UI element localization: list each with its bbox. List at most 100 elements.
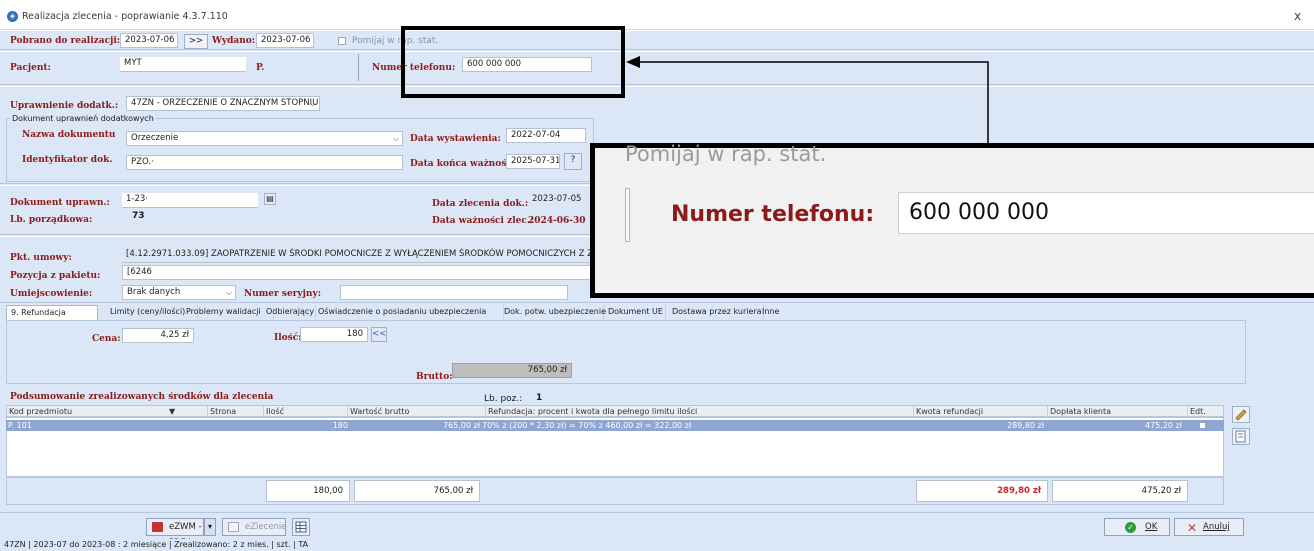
doc-id-field[interactable]: PZO.· xyxy=(126,155,403,170)
close-icon[interactable]: x xyxy=(1294,9,1301,23)
cell-kod: P. 101 xyxy=(8,421,32,430)
location-label: Umiejscowienie: xyxy=(10,289,93,299)
tab-bar: 9. Refundacja Limity (ceny/ilości) Probl… xyxy=(6,305,976,320)
chevron-down-icon: ⌵ xyxy=(309,99,316,108)
close-icon: ✕ xyxy=(1187,521,1198,535)
cell-ilosc: 180 xyxy=(332,421,348,430)
patient-label: Pacjent: xyxy=(10,63,51,73)
price-field[interactable]: 4,25 zł xyxy=(122,328,194,343)
chevron-down-icon: ⌵ xyxy=(392,134,399,143)
location-select[interactable]: Brak danych ⌵ xyxy=(122,285,236,300)
chevron-down-icon: ⌵ xyxy=(225,288,232,297)
qty-reset-button[interactable]: << xyxy=(371,327,387,342)
ezlecenie-button[interactable]: eZlecenie xyxy=(222,518,287,536)
zoom-inset: Pomijaj w rap. stat. Numer telefonu: 600… xyxy=(590,142,1314,298)
zoom-separator xyxy=(625,188,630,242)
tab-dokument-ue[interactable]: Dokument UE xyxy=(604,305,666,320)
connector-arrow xyxy=(626,56,989,146)
issue-date-field[interactable]: 2022-07-04 xyxy=(506,128,586,143)
total-kwota: 289,80 zł xyxy=(916,480,1048,502)
gross-label: Brutto: xyxy=(416,372,453,382)
cell-wartosc: 765,00 zł xyxy=(442,421,480,430)
cell-kwota: 289,80 zł xyxy=(1006,421,1044,430)
summary-lp-value: 1 xyxy=(536,393,543,403)
tab-dostawa[interactable]: Dostawa przez kuriera xyxy=(668,305,764,320)
summary-title: Podsumowanie zrealizowanych środków dla … xyxy=(10,392,274,402)
tab-problemy[interactable]: Problemy walidacji xyxy=(182,305,274,320)
valid-value: 2024-06-30 xyxy=(528,216,586,226)
zoom-phone-field: 600 000 000 xyxy=(898,192,1314,234)
p-label: P. xyxy=(256,63,265,73)
tab-dok-potw[interactable]: Dok. potw. ubezpieczenie xyxy=(500,305,606,320)
tab-oswiadczenie[interactable]: Oświadczenie o posiadaniu ubezpieczenia xyxy=(314,305,504,320)
edit-checkbox[interactable] xyxy=(1200,423,1205,428)
total-wartosc: 765,00 zł xyxy=(354,480,480,502)
pdf-icon xyxy=(152,522,163,532)
gross-field: 765,00 zł xyxy=(452,363,572,378)
check-icon: ✓ xyxy=(1125,522,1136,533)
contract-field[interactable]: [4.12.2971.033.09] ZAOPATRZENIE W ŚRODKI… xyxy=(122,248,592,263)
serial-field[interactable] xyxy=(340,285,568,300)
valid-to-field[interactable]: 2025-07-31 xyxy=(506,154,560,169)
grid-header: Kod przedmiotu ▼ Strona Ilość Wartość bru… xyxy=(6,405,1224,418)
ezwm-pdf-button[interactable]: eZWM - PDF I xyxy=(146,518,204,548)
tab-refundacja[interactable]: 9. Refundacja xyxy=(6,305,98,320)
table-icon[interactable] xyxy=(292,518,310,536)
order-date-field[interactable]: 2023-07-05 xyxy=(528,193,594,208)
order-date-label: Data zlecenia dok.: xyxy=(432,199,529,209)
ok-button[interactable]: ✓ OK xyxy=(1104,518,1170,536)
sort-icon: ▼ xyxy=(169,407,176,416)
edit-icon[interactable] xyxy=(1232,406,1250,423)
help-button[interactable]: ? xyxy=(564,153,582,170)
document-icon xyxy=(228,522,239,532)
qty-field[interactable]: 180 xyxy=(300,327,368,342)
cell-doplata: 475,20 zł xyxy=(1144,421,1182,430)
doc-name-select[interactable]: Orzeczenie ⌵ xyxy=(126,131,403,146)
doc-group-title: Dokument uprawnień dodatkowych xyxy=(10,114,156,123)
contract-label: Pkt. umowy: xyxy=(10,253,72,263)
document-field[interactable]: 1-23· xyxy=(122,193,258,208)
zoom-phone-label: Numer telefonu: xyxy=(671,202,875,227)
location-value: Brak danych xyxy=(127,287,181,297)
app-icon: ◈ xyxy=(7,11,18,22)
package-label: Pozycja z pakietu: xyxy=(10,271,101,281)
entitlement-value: 47ZN - ORZECZENIE O ZNACZNYM STOPNIU NIE… xyxy=(131,98,319,108)
price-label: Cena: xyxy=(92,334,121,344)
summary-lp-label: Lb. poz.: xyxy=(484,394,523,404)
doc-name-label: Nazwa dokumentu xyxy=(22,130,116,140)
qty-label: Ilość: xyxy=(274,333,302,343)
wydano-label: Wydano: xyxy=(212,36,256,46)
package-field[interactable]: [6246 xyxy=(122,265,592,280)
pobrano-field[interactable]: 2023-07-06 xyxy=(120,33,178,48)
highlight-box xyxy=(401,26,625,98)
serial-label: Numer seryjny: xyxy=(244,289,322,299)
entitlement-select[interactable]: 47ZN - ORZECZENIE O ZNACZNYM STOPNIU NIE… xyxy=(126,96,320,111)
pomijaj-checkbox[interactable] xyxy=(338,37,346,45)
wydano-field[interactable]: 2023-07-06 xyxy=(256,33,314,48)
copy-date-button[interactable]: >> xyxy=(184,34,208,49)
status-bar: 47ZN | 2023-07 do 2023-08 : 2 miesiące |… xyxy=(0,539,1314,551)
doc-id-label: Identyfikator dok. xyxy=(22,155,113,165)
document-lookup-icon[interactable]: ▤ xyxy=(264,193,276,205)
separator xyxy=(358,54,360,81)
tab-inne[interactable]: Inne xyxy=(758,305,788,320)
issue-date-label: Data wystawienia: xyxy=(410,134,501,144)
valid-label: Data ważności zlec.: xyxy=(432,216,534,226)
lp-value: 73 xyxy=(132,211,145,221)
entitlement-label: Uprawnienie dodatk.: xyxy=(10,101,119,111)
document-label: Dokument uprawn.: xyxy=(10,198,110,208)
tab-odbierajacy[interactable]: Odbierający xyxy=(262,305,316,320)
window-title: Realizacja zlecenia - poprawianie 4.3.7.… xyxy=(22,11,228,22)
lp-label: Lb. porządkowa: xyxy=(10,215,93,225)
valid-to-label: Data końca ważności: xyxy=(410,159,519,169)
patient-field[interactable]: MYT xyxy=(120,57,246,72)
export-icon[interactable] xyxy=(1232,428,1250,445)
cancel-button[interactable]: ✕ Anuluj xyxy=(1174,518,1244,536)
total-ilosc: 180,00 xyxy=(266,480,350,502)
doc-name-value: Orzeczenie xyxy=(131,133,179,143)
cell-refundacja: 70% z (200 * 2,30 zł) = 70% z 460,00 zł … xyxy=(482,421,692,430)
title-bar: ◈ Realizacja zlecenia - poprawianie 4.3.… xyxy=(0,0,1314,30)
table-row[interactable]: P. 101 180 765,00 zł 70% z (200 * 2,30 z… xyxy=(6,420,1224,431)
ezwm-dropdown-icon[interactable]: ▾ xyxy=(204,518,216,536)
pobrano-label: Pobrano do realizacji: xyxy=(10,36,121,46)
